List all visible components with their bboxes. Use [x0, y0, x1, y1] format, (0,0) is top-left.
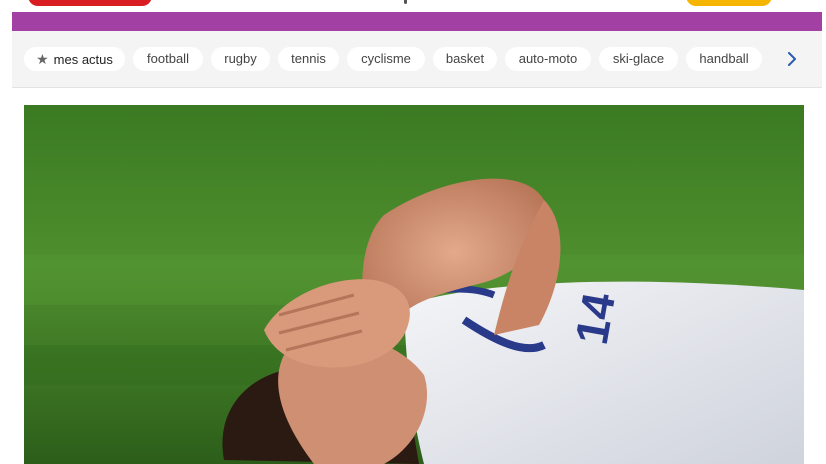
nav-chip-tennis[interactable]: tennis: [278, 47, 339, 71]
nav-chip-football[interactable]: football: [133, 47, 203, 71]
nav-chip-label: basket: [445, 51, 485, 66]
header-center-mark: [404, 0, 407, 4]
nav-chip-label: auto-moto: [518, 51, 578, 66]
header-yellow-button[interactable]: [686, 0, 772, 6]
header-red-button[interactable]: [28, 0, 152, 6]
nav-chip-cyclisme[interactable]: cyclisme: [347, 47, 425, 71]
nav-chip-label: handball: [699, 51, 749, 66]
chevron-right-icon: [788, 52, 796, 66]
nav-chip-handball[interactable]: handball: [686, 47, 762, 71]
nav-chip-basket[interactable]: basket: [433, 47, 497, 71]
nav-chip-label: rugby: [224, 51, 257, 66]
nav-chip-rugby[interactable]: rugby: [211, 47, 270, 71]
nav-chip-label: football: [147, 51, 189, 66]
nav-chip-label: ski-glace: [612, 51, 665, 66]
jersey-number: 14: [565, 288, 625, 348]
hero-image[interactable]: 14: [24, 105, 804, 464]
nav-chip-label: mes actus: [53, 52, 113, 67]
nav-next-button[interactable]: [782, 49, 802, 69]
nav-chip-mes-actus[interactable]: ★ mes actus: [24, 47, 125, 71]
hero-photo-illustration: 14: [24, 105, 804, 464]
nav-chip-label: tennis: [291, 51, 326, 66]
nav-chip-ski-glace[interactable]: ski-glace: [599, 47, 678, 71]
page: ★ mes actus football rugby tennis cyclism…: [0, 0, 826, 464]
nav-chip-label: cyclisme: [361, 51, 411, 66]
sport-nav: ★ mes actus football rugby tennis cyclism…: [12, 31, 822, 88]
site-header: [0, 0, 826, 12]
section-color-bar: [12, 12, 822, 31]
star-icon: ★: [36, 51, 49, 67]
nav-chip-auto-moto[interactable]: auto-moto: [505, 47, 591, 71]
